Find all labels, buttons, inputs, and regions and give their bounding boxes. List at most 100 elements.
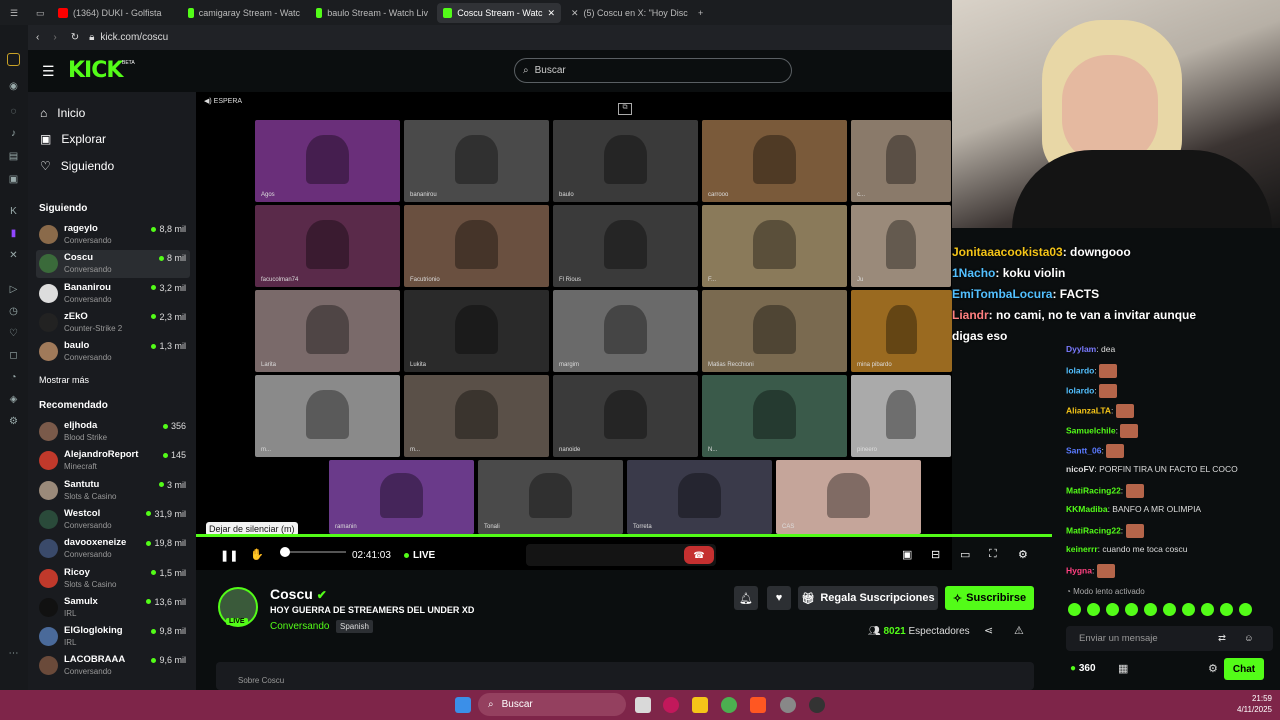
box-icon[interactable]: ◻ xyxy=(7,349,20,362)
chat-username[interactable]: MatiRacing22 xyxy=(1066,485,1121,495)
sidebar-channel-bananirou[interactable]: Bananirou Conversando 3,2 mil xyxy=(36,280,190,308)
sidebar-channel-westcol[interactable]: Westcol Conversando 31,9 mil xyxy=(36,506,190,534)
tab-coscu[interactable]: Coscu Stream - Watc ✕ xyxy=(437,3,561,23)
chat-settings-icon[interactable]: ⚙ xyxy=(1208,662,1218,675)
emote-icon[interactable] xyxy=(1068,603,1081,616)
hamburger-menu-icon[interactable]: ☰ xyxy=(42,63,55,80)
emote-icon[interactable] xyxy=(1087,603,1100,616)
sidebar-channel-davooxeneize[interactable]: davooxeneize Conversando 19,8 mil xyxy=(36,535,190,563)
popout-icon[interactable]: ⧉ xyxy=(618,103,632,115)
search-input[interactable]: ⌕ Buscar xyxy=(514,58,792,83)
follow-heart-icon[interactable]: ♥ xyxy=(767,586,791,610)
back-icon[interactable]: ‹ xyxy=(36,32,39,43)
system-clock[interactable]: 21:59 4/11/2025 xyxy=(1237,693,1272,715)
channel-points[interactable]: ● 360 xyxy=(1070,663,1096,674)
subscribe-button[interactable]: ✧ Suscribirse xyxy=(945,586,1034,610)
settings-icon[interactable]: ⚙ xyxy=(7,415,20,428)
sidebar-channel-samulx[interactable]: Samulx IRL 13,6 mil xyxy=(36,594,190,622)
brave-icon[interactable] xyxy=(750,697,766,713)
sidebar-channel-ricoy[interactable]: Ricoy Slots & Casino 1,5 mil xyxy=(36,565,190,593)
chat-input[interactable]: Enviar un mensaje ⇄ ☺ xyxy=(1066,626,1273,651)
chat-username[interactable]: AlianzaLTA xyxy=(1066,405,1111,415)
sidebar-channel-santutu[interactable]: Santutu Slots & Casino 3 mil xyxy=(36,477,190,505)
tab-baulo[interactable]: baulo Stream - Watch Liv xyxy=(310,3,434,23)
home-icon[interactable] xyxy=(7,53,20,66)
volume-slider[interactable] xyxy=(280,547,346,557)
emoji-icon[interactable]: ☺ xyxy=(1244,633,1254,644)
tab-menu-icon[interactable]: ☰ xyxy=(4,3,26,23)
streamer-name[interactable]: Coscu ✔ xyxy=(270,586,327,602)
twitch-icon[interactable]: ▮ xyxy=(7,227,20,240)
messenger-icon[interactable]: ◌ xyxy=(7,105,20,118)
forward-icon[interactable]: › xyxy=(53,32,56,43)
tab-camigaray[interactable]: camigaray Stream - Watc xyxy=(182,3,306,23)
fullscreen-icon[interactable]: ⛶ xyxy=(989,548,997,561)
tab-duki[interactable]: (1364) DUKI - Golfista xyxy=(52,3,178,23)
tab-x-coscu[interactable]: ✕ (5) Coscu en X: "Hoy Disc xyxy=(565,3,689,23)
sidebar-channel-alejandroreport[interactable]: AlejandroReport Minecraft 145 xyxy=(36,447,190,475)
settings-icon[interactable]: ⚙ xyxy=(1018,548,1028,561)
store-icon[interactable]: ▦ xyxy=(1118,662,1128,675)
chat-username[interactable]: Hygna xyxy=(1066,565,1092,575)
more-icon[interactable]: ⋯ xyxy=(7,647,20,660)
windows-start-icon[interactable] xyxy=(455,697,471,713)
history-icon[interactable]: ◷ xyxy=(7,305,20,318)
nav-item-inicio[interactable]: ⌂ Inicio xyxy=(40,106,85,120)
gift-subs-button[interactable]: 🎁︎ Regala Suscripciones xyxy=(798,586,938,610)
video-player[interactable]: ◀) ESPERA ⧉ Agos bananirou baulo carrooo c..… xyxy=(196,92,1052,570)
music-icon[interactable]: ▣ xyxy=(7,173,20,186)
emote-icon[interactable] xyxy=(1201,603,1214,616)
x-logo-icon[interactable]: ✕ xyxy=(7,249,20,262)
chat-username[interactable]: lolardo xyxy=(1066,365,1094,375)
live-indicator[interactable]: LIVE xyxy=(404,550,435,561)
nav-item-explorar[interactable]: ▣ Explorar xyxy=(40,132,106,146)
progress-bar[interactable] xyxy=(196,534,1052,537)
task-view-icon[interactable] xyxy=(635,697,651,713)
mute-icon[interactable]: ✋ xyxy=(250,548,264,561)
new-tab-button[interactable]: + xyxy=(692,3,708,23)
emote-icon[interactable] xyxy=(1144,603,1157,616)
nav-item-siguiendo[interactable]: ♡ Siguiendo xyxy=(40,159,114,173)
heart-icon[interactable]: ♡ xyxy=(7,327,20,340)
play-icon[interactable]: ▷ xyxy=(7,283,20,296)
chat-username[interactable]: lolardo xyxy=(1066,385,1094,395)
send-chat-button[interactable]: Chat xyxy=(1224,658,1264,680)
emote-icon[interactable] xyxy=(1239,603,1252,616)
report-icon[interactable]: ⚠ xyxy=(1014,624,1024,637)
sidebar-channel-eljhoda[interactable]: eljhoda Blood Strike 356 xyxy=(36,418,190,446)
show-more-link[interactable]: Mostrar más xyxy=(39,375,89,385)
reload-icon[interactable]: ↻ xyxy=(71,32,79,43)
clock-icon[interactable]: ◔ xyxy=(7,371,20,384)
chat-username[interactable]: keinerrr xyxy=(1066,544,1098,554)
clip-icon[interactable]: ⊟ xyxy=(931,548,940,561)
tab-strip-icon[interactable]: ▭ xyxy=(30,3,48,23)
emote-icon[interactable] xyxy=(1182,603,1195,616)
notification-bell-icon[interactable]: 🔔︎ xyxy=(734,586,758,610)
sidebar-channel-lacobraaa[interactable]: LACOBRAAA Conversando 9,6 mil xyxy=(36,652,190,680)
emote-icon[interactable] xyxy=(1106,603,1119,616)
tiktok-icon[interactable]: ♪ xyxy=(7,127,20,140)
cube-icon[interactable]: ◈ xyxy=(7,393,20,406)
chat-username[interactable]: MatiRacing22 xyxy=(1066,525,1121,535)
share-icon[interactable]: ⋖ xyxy=(984,624,993,637)
sidebar-channel-elglogloking[interactable]: ElGlogloking IRL 9,8 mil xyxy=(36,623,190,651)
chat-username[interactable]: KKMadiba xyxy=(1066,504,1108,514)
app-icon[interactable] xyxy=(663,697,679,713)
kick-logo[interactable]: KICK xyxy=(68,58,123,83)
emote-icon[interactable] xyxy=(1163,603,1176,616)
chrome-icon[interactable] xyxy=(721,697,737,713)
obs-icon[interactable] xyxy=(809,697,825,713)
miniplayer-icon[interactable]: ▣ xyxy=(902,548,912,561)
sidebar-channel-rageylo[interactable]: rageylo Conversando 8,8 mil xyxy=(36,221,190,249)
emote-icon[interactable] xyxy=(1125,603,1138,616)
stream-category[interactable]: Conversando xyxy=(270,621,329,632)
emote-icon[interactable] xyxy=(1220,603,1233,616)
inbox-icon[interactable]: ▤ xyxy=(7,150,20,163)
file-explorer-icon[interactable] xyxy=(692,697,708,713)
sidebar-channel-baulo[interactable]: baulo Conversando 1,3 mil xyxy=(36,338,190,366)
ccleaner-icon[interactable] xyxy=(780,697,796,713)
camera-icon[interactable]: ◉ xyxy=(7,80,20,93)
sidebar-channel-coscu[interactable]: Coscu Conversando 8 mil xyxy=(36,250,190,279)
chat-username[interactable]: nicoFV xyxy=(1066,464,1094,474)
url-field[interactable]: kick.com/coscu xyxy=(100,32,168,43)
